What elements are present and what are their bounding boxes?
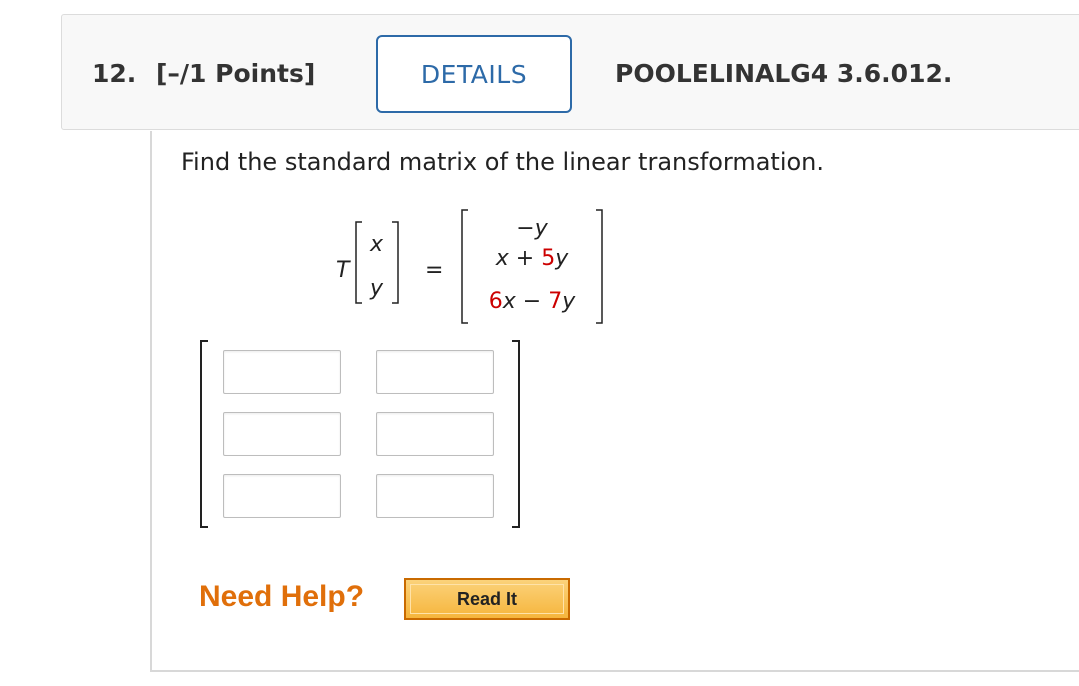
output-row-3-part-2: x [502,289,517,314]
matrix-right-bracket [512,340,520,528]
details-button[interactable]: DETAILS [376,35,572,113]
output-row-2-part-2: + [509,246,541,271]
read-it-button[interactable]: Read It [404,578,570,620]
output-row-2-part-4: y [554,246,569,271]
output-row-2-part-3: 5 [541,246,555,271]
output-row-1-part-2: y [534,216,549,241]
problem-code: POOLELINALG4 3.6.012. [615,59,953,88]
output-left-bracket [461,209,468,324]
input-y: y [369,276,384,301]
output-row-3: 6x − 7y [489,289,576,314]
matrix-cell-1-2[interactable] [376,350,494,394]
output-row-1-part-1: − [516,216,534,241]
output-row-2: x + 5y [495,246,569,271]
question-number: 12. [92,59,137,88]
matrix-cell-1-1[interactable] [223,350,341,394]
input-left-bracket [355,221,362,304]
answer-matrix [200,340,520,530]
output-row-3-part-3: − [516,289,548,314]
matrix-cell-2-2[interactable] [376,412,494,456]
points-label: [–/1 Points] [156,59,316,88]
output-right-bracket [596,209,603,324]
matrix-left-bracket [200,340,208,528]
equation-svg: T x y = −y x + 5y 6x − 7y [336,209,603,324]
matrix-cell-3-2[interactable] [376,474,494,518]
output-row-2-part-1: x [495,246,510,271]
output-row-1: −y [516,216,548,241]
equals-sign: = [425,258,443,283]
need-help-label: Need Help? [199,580,365,613]
output-row-3-part-5: y [561,289,576,314]
question-prompt: Find the standard matrix of the linear t… [181,148,825,176]
matrix-cell-2-1[interactable] [223,412,341,456]
output-row-3-part-4: 7 [548,289,562,314]
input-x: x [369,232,384,257]
matrix-cell-3-1[interactable] [223,474,341,518]
function-name: T [336,258,351,283]
output-row-3-part-1: 6 [489,289,503,314]
read-it-label: Read It [456,588,517,609]
transformation-equation: T x y = −y x + 5y 6x − 7y [330,205,620,330]
question-header: 12. [–/1 Points] DETAILS POOLELINALG4 3.… [61,14,1079,130]
input-right-bracket [392,221,399,304]
